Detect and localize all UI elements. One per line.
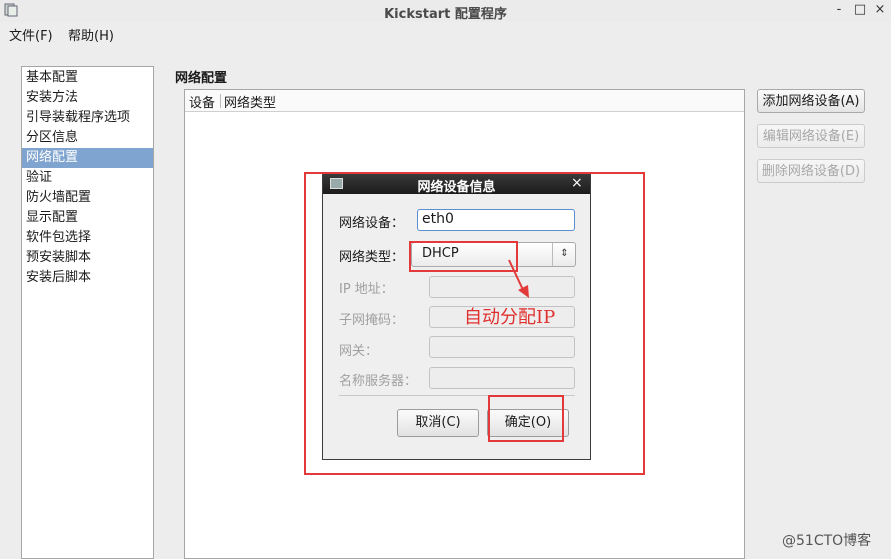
sidebar-item-install[interactable]: 安装方法 [22, 88, 153, 108]
menu-help[interactable]: 帮助(H) [68, 25, 114, 44]
add-network-device-button[interactable]: 添加网络设备(A) [757, 89, 865, 113]
section-title: 网络配置 [175, 71, 228, 86]
minimize-button[interactable]: - [831, 2, 847, 18]
annotation-note: 自动分配IP [464, 307, 556, 328]
table-header: 设备 网络类型 [185, 90, 744, 112]
annotation-ok-box [488, 395, 564, 442]
menu-file[interactable]: 文件(F) [9, 25, 53, 44]
sidebar-item-pre-script[interactable]: 预安装脚本 [22, 248, 153, 268]
watermark: @51CTO博客 [782, 533, 872, 549]
edit-network-device-button[interactable]: 编辑网络设备(E) [757, 124, 865, 148]
sidebar-item-packages[interactable]: 软件包选择 [22, 228, 153, 248]
window-titlebar: Kickstart 配置程序 - □ × [0, 0, 891, 22]
window-title: Kickstart 配置程序 [384, 7, 507, 22]
sidebar-item-partition[interactable]: 分区信息 [22, 128, 153, 148]
sidebar-item-bootloader[interactable]: 引导装载程序选项 [22, 108, 153, 128]
sidebar-item-basic[interactable]: 基本配置 [22, 68, 153, 88]
annotation-arrow-icon [508, 259, 529, 298]
column-divider [220, 94, 221, 108]
sidebar-item-network[interactable]: 网络配置 [22, 148, 153, 168]
column-header-device[interactable]: 设备 [189, 92, 215, 111]
sidebar-item-display[interactable]: 显示配置 [22, 208, 153, 228]
menubar: 文件(F) 帮助(H) [0, 22, 891, 44]
sidebar: 基本配置 安装方法 引导装载程序选项 分区信息 网络配置 验证 防火墙配置 显示… [21, 66, 154, 559]
close-window-button[interactable]: × [872, 2, 888, 18]
maximize-button[interactable]: □ [852, 2, 868, 18]
sidebar-item-firewall[interactable]: 防火墙配置 [22, 188, 153, 208]
column-header-network-type[interactable]: 网络类型 [224, 92, 276, 111]
delete-network-device-button[interactable]: 删除网络设备(D) [757, 159, 865, 183]
sidebar-item-post-script[interactable]: 安装后脚本 [22, 268, 153, 288]
sidebar-item-auth[interactable]: 验证 [22, 168, 153, 188]
